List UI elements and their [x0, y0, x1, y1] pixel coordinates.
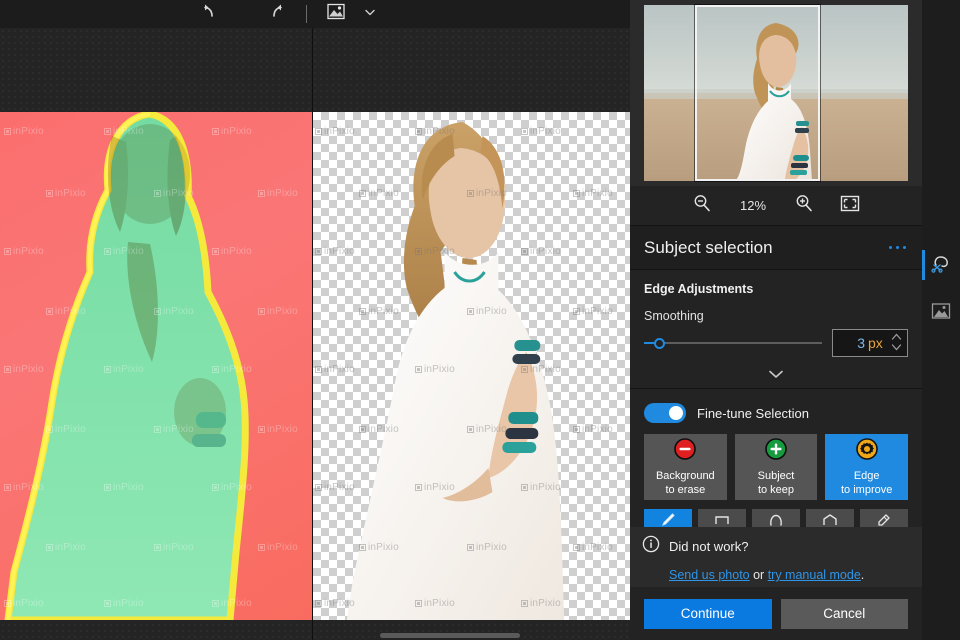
zoom-out-button[interactable]: [690, 194, 714, 218]
right-rail: [922, 0, 960, 640]
footer-actions: Continue Cancel: [630, 587, 922, 640]
mode-label-line2: to erase: [665, 483, 706, 496]
expand-edge-adjustments-button[interactable]: [630, 363, 922, 389]
smoothing-label: Smoothing: [644, 309, 704, 323]
edge-adjustments-section: Edge Adjustments Smoothing 3 px: [630, 270, 922, 357]
mask-preview-pane[interactable]: inPixio inPixio inPixio inPixio inPixio …: [0, 28, 312, 640]
mode-label-line1: Edge: [853, 470, 880, 483]
toolbar-divider: [306, 5, 307, 23]
chevron-down-icon: [363, 5, 377, 24]
image-button[interactable]: [319, 1, 353, 27]
zoom-in-icon: [794, 193, 814, 218]
undo-icon: [199, 2, 219, 27]
overflow-menu-icon[interactable]: [887, 240, 908, 255]
mode-label-line1: Subject: [757, 470, 795, 483]
app-window: inPixio inPixio inPixio inPixio inPixio …: [0, 0, 960, 640]
smoothing-unit: px: [868, 335, 883, 351]
chevron-down-icon: [767, 367, 785, 385]
try-manual-mode-link[interactable]: try manual mode: [768, 568, 861, 582]
send-us-photo-link[interactable]: Send us photo: [669, 568, 750, 582]
mode-label-line2: to improve: [841, 483, 893, 496]
zoom-out-icon: [692, 193, 712, 218]
notification-bar: Did not work? Send us photo or try manua…: [630, 527, 922, 587]
notice-question: Did not work?: [669, 539, 749, 554]
notice-actions: Send us photo or try manual mode.: [669, 568, 908, 582]
fine-tune-toggle[interactable]: [644, 403, 686, 423]
mode-label-line2: to keep: [757, 483, 795, 496]
fine-tune-row: Fine-tune Selection: [630, 389, 922, 423]
minus-circle-icon: [673, 437, 697, 466]
zoom-controls: 12%: [630, 186, 922, 226]
fit-to-screen-icon: [840, 195, 860, 217]
slider-track: [644, 342, 822, 344]
smoothing-slider[interactable]: [644, 334, 822, 352]
mode-edge-to-improve[interactable]: Edge to improve: [825, 434, 909, 500]
notice-period: .: [860, 568, 865, 582]
cutout-icon: [930, 252, 952, 279]
rail-item-background-tool[interactable]: [922, 298, 960, 328]
preview-thumbnail[interactable]: [630, 0, 922, 186]
cutout-subject: [346, 122, 565, 620]
panel-header: Subject selection: [630, 226, 922, 270]
edge-adjustments-heading: Edge Adjustments: [644, 282, 754, 296]
image-dropdown-button[interactable]: [353, 1, 387, 27]
smoothing-row: 3 px: [644, 329, 908, 357]
redo-icon: [267, 2, 287, 27]
cancel-button[interactable]: Cancel: [780, 598, 908, 629]
spinner-arrows-icon[interactable]: [891, 333, 902, 351]
result-image: inPixio inPixio inPixio inPixio inPixio …: [313, 112, 630, 620]
subject-photo-detail: [107, 124, 226, 447]
image-icon: [326, 3, 346, 26]
fine-tune-label: Fine-tune Selection: [697, 405, 810, 421]
result-preview-pane[interactable]: inPixio inPixio inPixio inPixio inPixio …: [312, 28, 630, 640]
mode-subject-to-keep[interactable]: Subject to keep: [734, 434, 818, 500]
smoothing-value: 3: [857, 335, 865, 351]
background-icon: [931, 302, 951, 325]
crop-frame[interactable]: [695, 5, 820, 181]
info-icon: [642, 535, 660, 558]
notice-conjunction: or: [749, 568, 768, 582]
plus-circle-icon: [764, 437, 788, 466]
rail-item-cutout-tool[interactable]: [922, 250, 960, 280]
canvas-area[interactable]: inPixio inPixio inPixio inPixio inPixio …: [0, 28, 630, 640]
gear-icon: [855, 437, 879, 466]
mode-label-line1: Background: [655, 470, 715, 483]
slider-handle[interactable]: [654, 338, 665, 349]
selection-mode-group: Background to erase Subject to keep Edge…: [630, 423, 922, 500]
undo-button[interactable]: [192, 1, 226, 27]
mode-background-to-erase[interactable]: Background to erase: [644, 434, 727, 500]
page-title: Subject selection: [644, 237, 773, 257]
zoom-level: 12%: [739, 198, 767, 213]
smoothing-value-field[interactable]: 3 px: [832, 329, 908, 357]
redo-button[interactable]: [260, 1, 294, 27]
mask-image: inPixio inPixio inPixio inPixio inPixio …: [0, 112, 312, 620]
zoom-in-button[interactable]: [792, 194, 816, 218]
canvas-horizontal-scrollbar[interactable]: [380, 633, 520, 638]
continue-button[interactable]: Continue: [644, 598, 772, 629]
fit-to-screen-button[interactable]: [838, 194, 862, 218]
top-toolbar: [0, 0, 630, 28]
